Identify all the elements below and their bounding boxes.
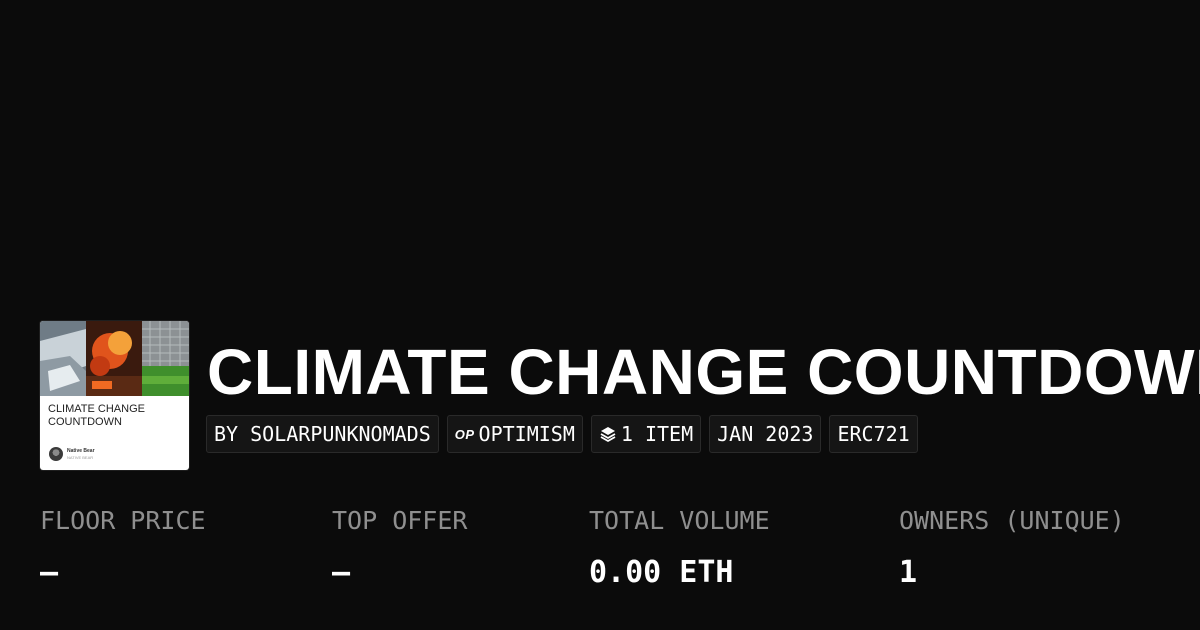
standard-chip: ERC721 (829, 415, 918, 453)
floor-price-value: – (40, 555, 59, 590)
stat-top-offer: TOP OFFER – (332, 505, 467, 590)
avatar (49, 447, 63, 461)
collection-meta-chips: BY SOLARPUNKNOMADS OP OPTIMISM 1 ITEM JA… (206, 415, 918, 453)
layers-icon (600, 427, 616, 442)
og-card: CLIMATE CHANGE COUNTDOWN Native Bear NAT… (0, 0, 1200, 630)
optimism-icon: OP (454, 426, 475, 442)
items-chip: 1 ITEM (590, 415, 702, 453)
stat-total-volume: TOTAL VOLUME 0.00 ETH (589, 505, 770, 590)
total-volume-label: TOTAL VOLUME (589, 506, 770, 535)
creator-chip[interactable]: BY SOLARPUNKNOMADS (206, 415, 439, 453)
owners-label: OWNERS (UNIQUE) (899, 506, 1125, 535)
chain-chip[interactable]: OP OPTIMISM (446, 415, 583, 453)
top-offer-label: TOP OFFER (332, 506, 468, 535)
thumbnail-title: CLIMATE CHANGE COUNTDOWN (48, 403, 145, 428)
creator-label: BY SOLARPUNKNOMADS (214, 422, 431, 446)
stat-owners: OWNERS (UNIQUE) 1 (899, 505, 1125, 590)
floor-price-label: FLOOR PRICE (40, 506, 206, 535)
thumbnail-author-sub: NATIVE BEAR (67, 455, 94, 460)
total-volume-value: 0.00 ETH (589, 555, 734, 590)
top-offer-value: – (332, 555, 351, 590)
owners-value: 1 (899, 555, 918, 590)
token-standard: ERC721 (837, 422, 910, 446)
collection-thumbnail[interactable]: CLIMATE CHANGE COUNTDOWN Native Bear NAT… (40, 321, 189, 470)
chain-label: OPTIMISM (478, 422, 575, 446)
thumbnail-author: Native Bear (67, 448, 95, 454)
stat-floor-price: FLOOR PRICE – (40, 505, 206, 590)
date-chip: JAN 2023 (709, 415, 822, 453)
created-date: JAN 2023 (717, 422, 814, 446)
page-title: CLIMATE CHANGE COUNTDOWN (207, 336, 1200, 408)
items-count: 1 ITEM (620, 422, 694, 446)
collection-artwork (40, 321, 189, 396)
